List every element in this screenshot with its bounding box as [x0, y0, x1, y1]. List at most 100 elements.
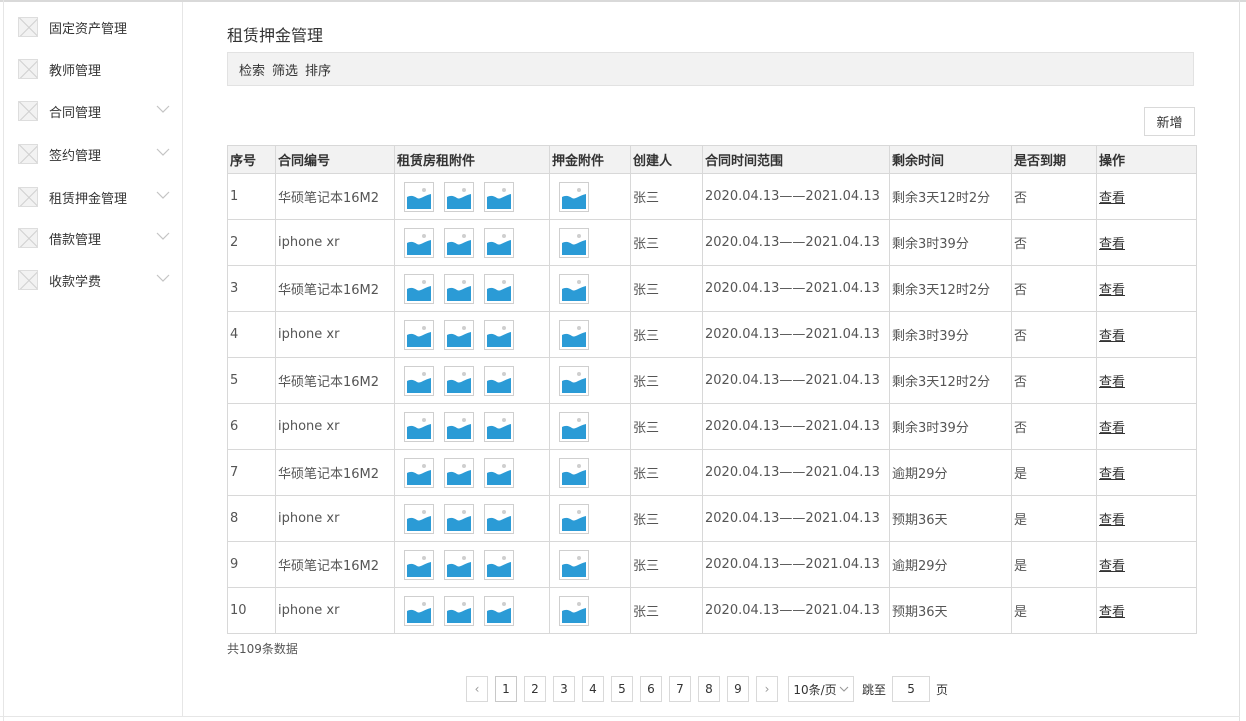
add-button[interactable]: 新增	[1144, 107, 1195, 136]
image-icon[interactable]	[444, 273, 474, 304]
image-icon[interactable]	[404, 365, 434, 396]
image-icon[interactable]	[444, 457, 474, 488]
sidebar-item-label: 合同管理	[49, 105, 102, 121]
sort-filter[interactable]: 排序	[305, 60, 331, 79]
image-icon[interactable]	[444, 181, 474, 212]
image-icon[interactable]	[484, 595, 514, 626]
broken-image-icon	[18, 228, 38, 248]
sidebar: 固定资产管理 教师管理合同管理签约管理租赁押金管理借款管理收款学费	[4, 2, 183, 716]
sidebar-item-loans[interactable]: 借款管理	[18, 227, 178, 249]
image-icon[interactable]	[559, 365, 589, 396]
page-size-select[interactable]: 10条/页	[788, 676, 854, 702]
broken-image-icon	[18, 187, 38, 207]
view-link[interactable]: 查看	[1099, 375, 1125, 390]
image-icon[interactable]	[484, 457, 514, 488]
jump-page-input[interactable]	[892, 676, 931, 702]
page-2-button[interactable]: 2	[524, 676, 546, 702]
table-row: 2 iphone xr 张三 2020.04.13——2021.04.13 剩余3时39…	[227, 219, 1197, 266]
page-5-button[interactable]: 5	[611, 676, 633, 702]
image-icon[interactable]	[484, 411, 514, 442]
image-icon[interactable]	[404, 411, 434, 442]
image-icon[interactable]	[404, 181, 434, 212]
total-count: 共109条数据	[227, 642, 298, 656]
image-icon[interactable]	[559, 549, 589, 580]
view-link[interactable]: 查看	[1099, 467, 1125, 482]
cell-contract: 华硕笔记本16M2	[275, 449, 395, 496]
view-link[interactable]: 查看	[1099, 559, 1125, 574]
image-icon[interactable]	[444, 549, 474, 580]
image-icon[interactable]	[559, 457, 589, 488]
image-icon[interactable]	[444, 595, 474, 626]
sidebar-item-fixed-assets[interactable]: 固定资产管理	[18, 16, 178, 38]
sidebar-item-teachers[interactable]: 教师管理	[18, 58, 178, 80]
image-icon[interactable]	[559, 227, 589, 258]
image-icon[interactable]	[484, 549, 514, 580]
cell-expired: 否	[1011, 219, 1097, 266]
page-9-button[interactable]: 9	[727, 676, 749, 702]
image-icon[interactable]	[404, 595, 434, 626]
image-icon[interactable]	[484, 273, 514, 304]
chevron-down-icon[interactable]	[156, 231, 170, 241]
image-icon[interactable]	[404, 319, 434, 350]
page-7-button[interactable]: 7	[669, 676, 691, 702]
prev-page-button[interactable]: ‹	[466, 676, 488, 702]
page-8-button[interactable]: 8	[698, 676, 720, 702]
table-row: 6 iphone xr 张三 2020.04.13——2021.04.13 剩余3时39…	[227, 403, 1197, 450]
image-icon[interactable]	[559, 319, 589, 350]
image-icon[interactable]	[444, 503, 474, 534]
chevron-down-icon[interactable]	[156, 104, 170, 114]
sidebar-item-contracts[interactable]: 合同管理	[18, 100, 178, 122]
search-filter[interactable]: 检索	[239, 60, 265, 79]
view-link[interactable]: 查看	[1099, 237, 1125, 252]
image-icon[interactable]	[559, 595, 589, 626]
chevron-down-icon[interactable]	[156, 147, 170, 157]
image-icon[interactable]	[559, 181, 589, 212]
image-icon[interactable]	[559, 273, 589, 304]
image-icon[interactable]	[484, 503, 514, 534]
image-icon[interactable]	[444, 319, 474, 350]
view-link[interactable]: 查看	[1099, 191, 1125, 206]
view-link[interactable]: 查看	[1099, 513, 1125, 528]
next-page-button[interactable]: ›	[756, 676, 778, 702]
cell-action: 查看	[1096, 265, 1197, 312]
chevron-down-icon[interactable]	[156, 273, 170, 283]
view-link[interactable]: 查看	[1099, 605, 1125, 620]
image-icon[interactable]	[559, 503, 589, 534]
image-icon[interactable]	[404, 227, 434, 258]
chevron-down-icon	[839, 686, 849, 692]
image-icon[interactable]	[404, 503, 434, 534]
bottom-border	[0, 716, 1240, 717]
sidebar-item-signing[interactable]: 签约管理	[18, 143, 178, 165]
page-3-button[interactable]: 3	[553, 676, 575, 702]
sidebar-item-label: 租赁押金管理	[49, 191, 128, 207]
image-icon[interactable]	[484, 365, 514, 396]
image-icon[interactable]	[404, 273, 434, 304]
page-1-button[interactable]: 1	[495, 676, 517, 702]
image-icon[interactable]	[404, 549, 434, 580]
image-icon[interactable]	[484, 181, 514, 212]
filter-filter[interactable]: 筛选	[272, 60, 298, 79]
broken-image-icon	[18, 144, 38, 164]
cell-action: 查看	[1096, 587, 1197, 634]
view-link[interactable]: 查看	[1099, 421, 1125, 436]
sidebar-item-label: 收款学费	[49, 274, 102, 290]
image-icon[interactable]	[559, 411, 589, 442]
image-icon[interactable]	[404, 457, 434, 488]
cell-creator: 张三	[630, 265, 703, 312]
image-icon[interactable]	[444, 365, 474, 396]
image-icon[interactable]	[484, 319, 514, 350]
cell-contract: iphone xr	[275, 495, 395, 542]
chevron-down-icon[interactable]	[156, 190, 170, 200]
image-icon[interactable]	[484, 227, 514, 258]
view-link[interactable]: 查看	[1099, 329, 1125, 344]
image-icon[interactable]	[444, 411, 474, 442]
page-4-button[interactable]: 4	[582, 676, 604, 702]
page-6-button[interactable]: 6	[640, 676, 662, 702]
sidebar-item-tuition[interactable]: 收款学费	[18, 269, 178, 291]
image-icon[interactable]	[444, 227, 474, 258]
cell-rent-attachments	[394, 173, 550, 220]
cell-contract: 华硕笔记本16M2	[275, 173, 395, 220]
sidebar-item-lease-deposit[interactable]: 租赁押金管理	[18, 186, 178, 208]
jump-label: 跳至	[862, 682, 887, 697]
view-link[interactable]: 查看	[1099, 283, 1125, 298]
